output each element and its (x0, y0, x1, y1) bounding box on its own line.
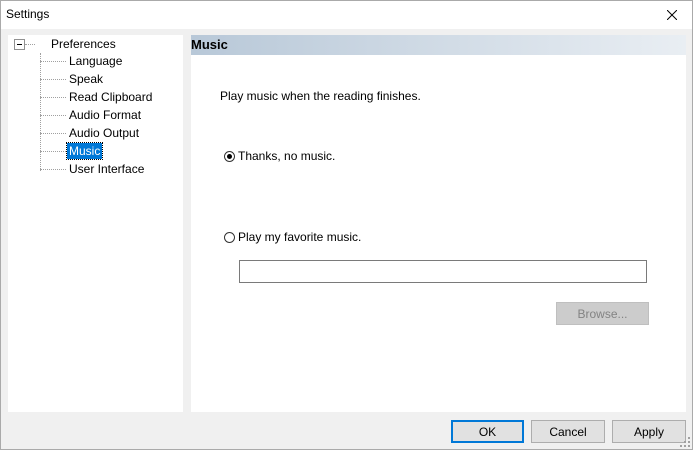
close-button[interactable] (652, 1, 692, 29)
radio-button-checked[interactable] (224, 150, 235, 162)
title-bar[interactable]: Settings (1, 1, 692, 29)
apply-button[interactable]: Apply (612, 420, 686, 443)
tree-item-label: User Interface (69, 162, 145, 176)
tree-connector (25, 44, 35, 45)
tree-connector (40, 97, 66, 98)
browse-button[interactable]: Browse... (556, 302, 649, 325)
section-header: Music (191, 35, 686, 55)
radio-no-music-label[interactable]: Thanks, no music. (238, 149, 335, 163)
tree-root-preferences[interactable]: Preferences (49, 36, 118, 52)
settings-window: Settings Preferences Language Speak Read… (0, 0, 693, 450)
collapse-icon[interactable] (14, 39, 25, 50)
tree-connector (40, 53, 41, 171)
music-settings-panel: Music Play music when the reading finish… (191, 35, 686, 412)
tree-item-label: Speak (69, 72, 104, 86)
tree-connector (40, 151, 66, 152)
resize-grip-icon[interactable] (680, 437, 690, 447)
preferences-tree[interactable]: Preferences Language Speak Read Clipboar… (8, 35, 183, 412)
tree-item-label: Audio Format (69, 108, 142, 122)
radio-favorite-music-label[interactable]: Play my favorite music. (238, 230, 361, 244)
tree-connector (40, 133, 66, 134)
tree-connector (40, 169, 66, 170)
cancel-button[interactable]: Cancel (531, 420, 605, 443)
music-prompt: Play music when the reading finishes. (220, 89, 421, 103)
window-title: Settings (6, 7, 50, 21)
tree-connector (40, 61, 66, 62)
radio-button-unchecked[interactable] (224, 231, 235, 243)
music-file-path-input[interactable] (239, 260, 647, 283)
tree-connector (40, 79, 66, 80)
tree-item-label: Audio Output (69, 126, 140, 140)
radio-no-music[interactable]: Thanks, no music. (224, 148, 335, 164)
tree-connector (40, 115, 66, 116)
tree-item-label: Music (65, 142, 104, 160)
section-title: Music (191, 37, 228, 52)
tree-item-label: Read Clipboard (69, 90, 153, 104)
ok-button[interactable]: OK (451, 420, 524, 443)
tree-item-label: Language (69, 54, 123, 68)
radio-favorite-music[interactable]: Play my favorite music. (224, 229, 361, 245)
close-icon (667, 10, 677, 20)
